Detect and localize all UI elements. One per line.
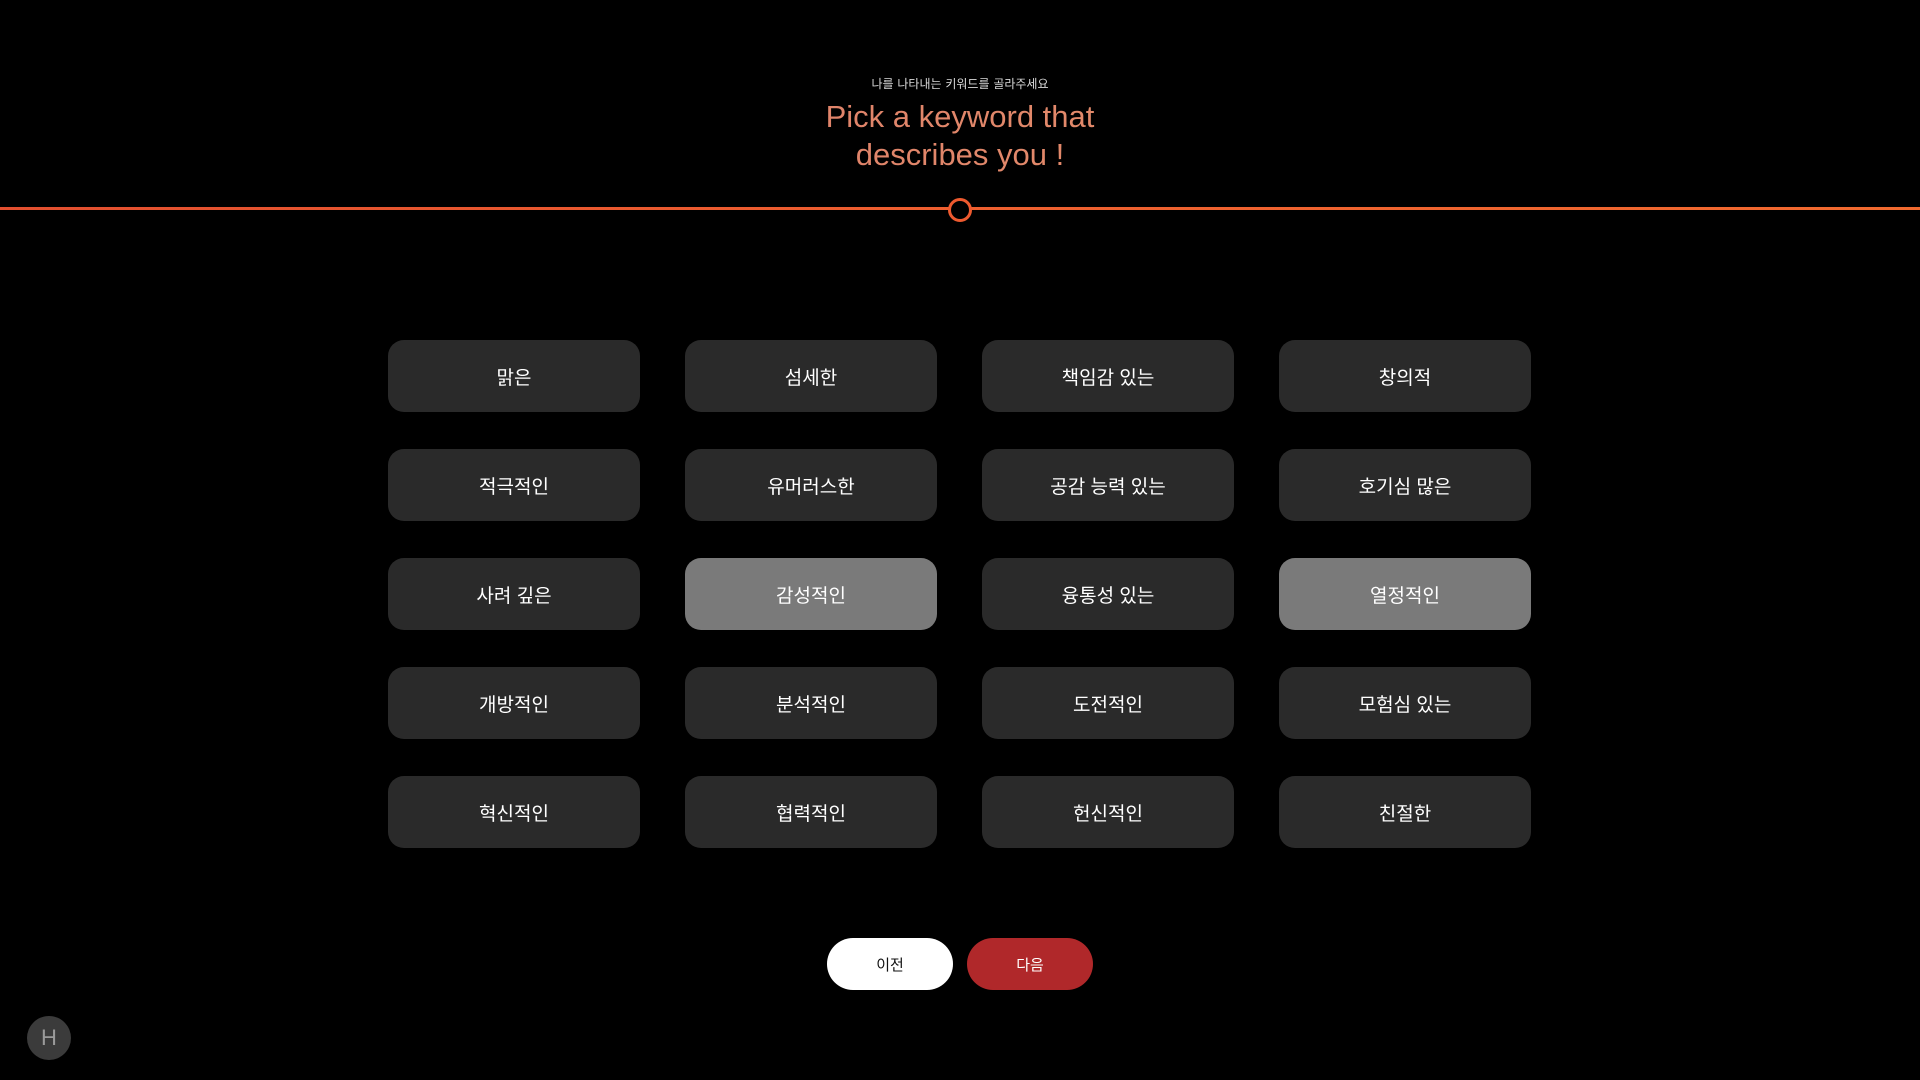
keyword-button[interactable]: 유머러스한 (685, 449, 937, 521)
progress-marker (948, 198, 972, 222)
keyword-button[interactable]: 창의적 (1279, 340, 1531, 412)
keyword-button-selected[interactable]: 열정적인 (1279, 558, 1531, 630)
keyword-button[interactable]: 맑은 (388, 340, 640, 412)
keyword-button[interactable]: 분석적인 (685, 667, 937, 739)
keyword-button[interactable]: 헌신적인 (982, 776, 1234, 848)
navigation-buttons: 이전 다음 (827, 938, 1093, 990)
page-title-line2: describes you ! (855, 137, 1065, 172)
page-title-line1: Pick a keyword that (825, 99, 1095, 134)
next-button[interactable]: 다음 (967, 938, 1093, 990)
keyword-button-selected[interactable]: 감성적인 (685, 558, 937, 630)
page-subtitle: 나를 나타내는 키워드를 골라주세요 (871, 77, 1049, 91)
keyword-button[interactable]: 친절한 (1279, 776, 1531, 848)
help-badge[interactable]: H (27, 1016, 71, 1060)
keyword-button[interactable]: 사려 깊은 (388, 558, 640, 630)
keyword-button[interactable]: 책임감 있는 (982, 340, 1234, 412)
page-title: Pick a keyword that describes you ! (0, 98, 1920, 174)
keyword-button[interactable]: 공감 능력 있는 (982, 449, 1234, 521)
keyword-selection-page: 나를 나타내는 키워드를 골라주세요 Pick a keyword that d… (0, 0, 1920, 1080)
keyword-button[interactable]: 혁신적인 (388, 776, 640, 848)
keyword-button[interactable]: 도전적인 (982, 667, 1234, 739)
keyword-button[interactable]: 융통성 있는 (982, 558, 1234, 630)
keyword-button[interactable]: 협력적인 (685, 776, 937, 848)
keyword-button[interactable]: 모험심 있는 (1279, 667, 1531, 739)
keyword-button[interactable]: 개방적인 (388, 667, 640, 739)
keyword-button[interactable]: 섬세한 (685, 340, 937, 412)
prev-button[interactable]: 이전 (827, 938, 953, 990)
keyword-grid: 맑은 섬세한 책임감 있는 창의적 적극적인 유머러스한 공감 능력 있는 호기… (388, 340, 1532, 848)
keyword-button[interactable]: 적극적인 (388, 449, 640, 521)
keyword-button[interactable]: 호기심 많은 (1279, 449, 1531, 521)
